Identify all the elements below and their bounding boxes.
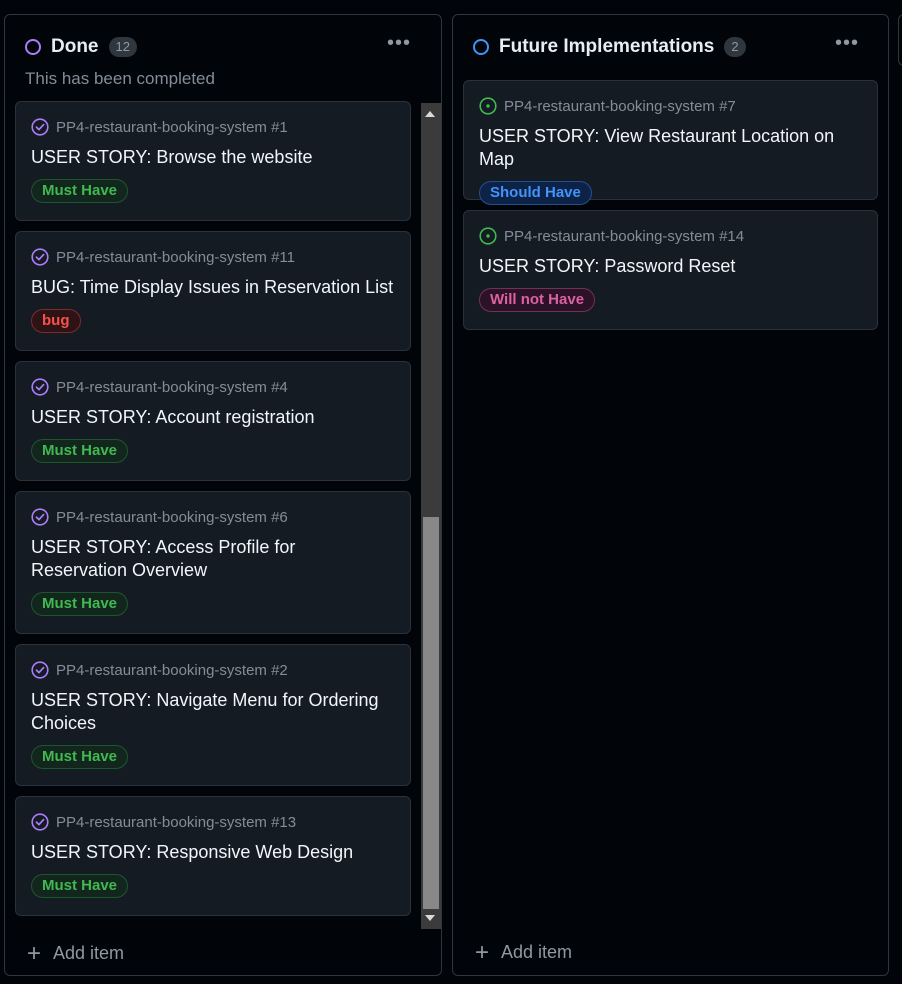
repo-issue-ref: PP4-restaurant-booking-system #7 <box>504 97 736 115</box>
status-circle-icon <box>473 39 489 55</box>
label-bug[interactable]: bug <box>31 309 81 333</box>
issue-card[interactable]: PP4-restaurant-booking-system #14 USER S… <box>463 210 878 330</box>
label-must-have[interactable]: Must Have <box>31 592 129 616</box>
label-must-have[interactable]: Must Have <box>31 745 129 769</box>
repo-issue-ref: PP4-restaurant-booking-system #6 <box>56 508 288 526</box>
next-column-edge <box>898 14 902 66</box>
repo-issue-ref: PP4-restaurant-booking-system #4 <box>56 378 288 396</box>
card-reference[interactable]: PP4-restaurant-booking-system #1 <box>31 118 395 136</box>
repo-issue-ref: PP4-restaurant-booking-system #11 <box>56 248 296 266</box>
status-circle-icon <box>25 39 41 55</box>
column-description: This has been completed <box>25 69 215 88</box>
item-count-badge: 12 <box>108 37 137 57</box>
repo-issue-ref: PP4-restaurant-booking-system #1 <box>56 118 288 136</box>
card-reference[interactable]: PP4-restaurant-booking-system #6 <box>31 508 395 526</box>
scroll-up-arrow-icon[interactable] <box>425 111 435 117</box>
issue-card[interactable]: PP4-restaurant-booking-system #11 BUG: T… <box>15 231 411 351</box>
issue-card[interactable]: PP4-restaurant-booking-system #2 USER ST… <box>15 644 411 786</box>
label-must-have[interactable]: Must Have <box>31 439 129 463</box>
repo-issue-ref: PP4-restaurant-booking-system #13 <box>56 813 297 831</box>
issue-closed-icon <box>31 813 49 831</box>
column-title: Future Implementations <box>499 36 715 57</box>
card-title[interactable]: USER STORY: Responsive Web Design <box>31 841 395 864</box>
scroll-down-arrow-icon[interactable] <box>425 915 435 921</box>
card-reference[interactable]: PP4-restaurant-booking-system #11 <box>31 248 395 266</box>
column-menu-button[interactable]: ••• <box>387 33 411 53</box>
add-item-label: Add item <box>501 942 573 962</box>
card-title[interactable]: USER STORY: Password Reset <box>479 255 862 278</box>
card-title[interactable]: USER STORY: Browse the website <box>31 146 395 169</box>
add-item-button[interactable]: + Add item <box>27 939 125 967</box>
repo-issue-ref: PP4-restaurant-booking-system #2 <box>56 661 288 679</box>
card-title[interactable]: BUG: Time Display Issues in Reservation … <box>31 276 395 299</box>
column-header: Done 12 <box>25 35 137 59</box>
issue-closed-icon <box>31 378 49 396</box>
issue-closed-icon <box>31 118 49 136</box>
card-title[interactable]: USER STORY: Access Profile for Reservati… <box>31 536 395 582</box>
card-reference[interactable]: PP4-restaurant-booking-system #4 <box>31 378 395 396</box>
issue-card[interactable]: PP4-restaurant-booking-system #13 USER S… <box>15 796 411 916</box>
issue-closed-icon <box>31 248 49 266</box>
card-reference[interactable]: PP4-restaurant-booking-system #14 <box>479 227 862 245</box>
card-reference[interactable]: PP4-restaurant-booking-system #2 <box>31 661 395 679</box>
label-must-have[interactable]: Must Have <box>31 874 129 898</box>
card-title[interactable]: USER STORY: Account registration <box>31 406 395 429</box>
label-should-have[interactable]: Should Have <box>479 181 592 205</box>
issue-closed-icon <box>31 508 49 526</box>
issue-closed-icon <box>31 661 49 679</box>
issue-card[interactable]: PP4-restaurant-booking-system #7 USER ST… <box>463 80 878 205</box>
plus-icon: + <box>27 939 42 967</box>
column-title: Done <box>51 36 99 57</box>
plus-icon: + <box>475 938 490 966</box>
label-must-have[interactable]: Must Have <box>31 179 129 203</box>
column-header: Future Implementations 2 <box>473 35 746 59</box>
card-title[interactable]: USER STORY: View Restaurant Location on … <box>479 125 862 171</box>
label-will-not-have[interactable]: Will not Have <box>479 288 596 312</box>
add-item-label: Add item <box>53 943 125 963</box>
card-reference[interactable]: PP4-restaurant-booking-system #13 <box>31 813 395 831</box>
issue-card[interactable]: PP4-restaurant-booking-system #6 USER ST… <box>15 491 411 634</box>
column-done: Done 12 ••• This has been completed PP4-… <box>4 14 442 976</box>
scrollbar-thumb[interactable] <box>423 517 439 909</box>
issue-card[interactable]: PP4-restaurant-booking-system #4 USER ST… <box>15 361 411 481</box>
issue-open-icon <box>479 97 497 115</box>
card-reference[interactable]: PP4-restaurant-booking-system #7 <box>479 97 862 115</box>
issue-card[interactable]: PP4-restaurant-booking-system #1 USER ST… <box>15 101 411 221</box>
column-scrollbar[interactable] <box>421 103 441 929</box>
repo-issue-ref: PP4-restaurant-booking-system #14 <box>504 227 745 245</box>
add-item-button[interactable]: + Add item <box>475 938 573 966</box>
column-menu-button[interactable]: ••• <box>835 33 859 53</box>
card-title[interactable]: USER STORY: Navigate Menu for Ordering C… <box>31 689 395 735</box>
issue-open-icon <box>479 227 497 245</box>
item-count-badge: 2 <box>724 37 746 57</box>
column-future-implementations: Future Implementations 2 ••• PP4-restaur… <box>452 14 889 976</box>
